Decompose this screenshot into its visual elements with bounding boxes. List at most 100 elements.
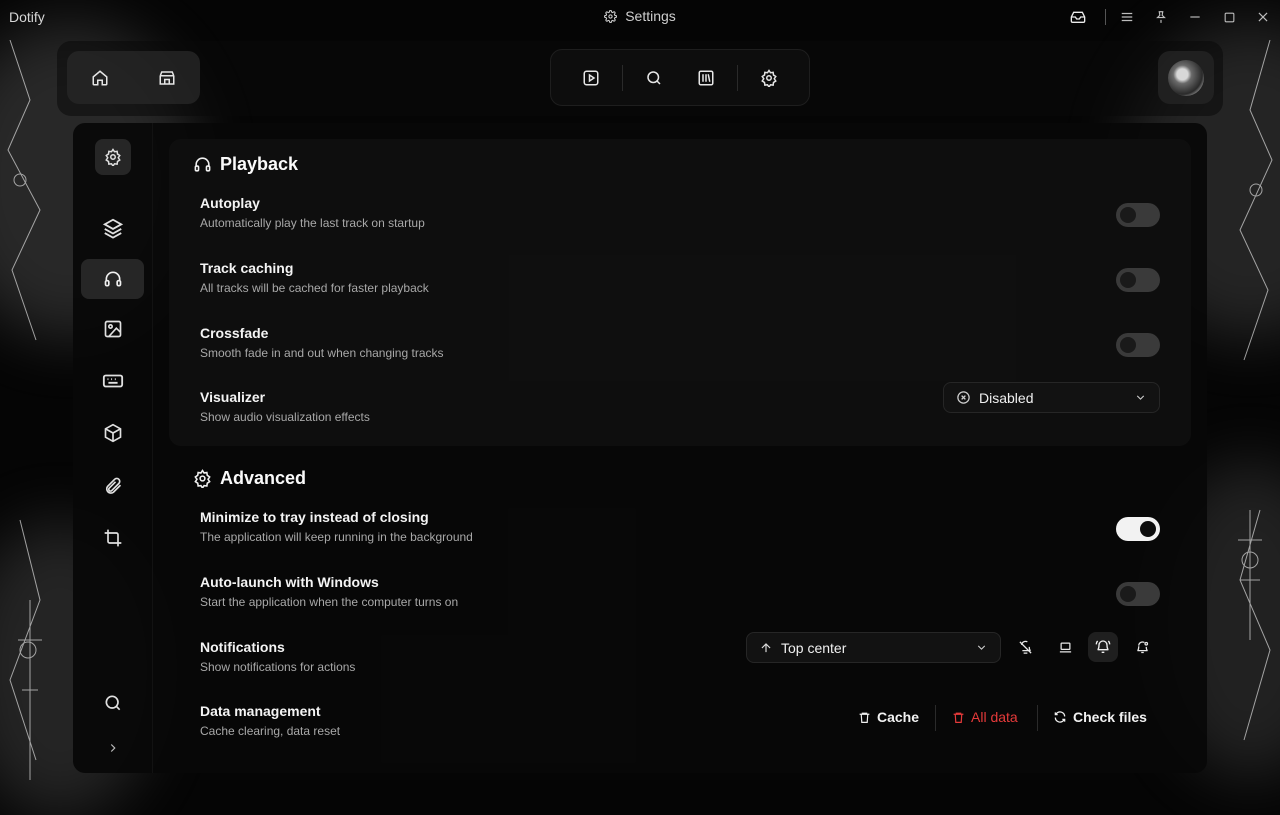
section-playback: Playback Autoplay Automatically play the… bbox=[169, 139, 1191, 446]
notification-position-value: Top center bbox=[781, 639, 847, 656]
setting-description: All tracks will be cached for faster pla… bbox=[200, 281, 429, 295]
sidebar-item-layers[interactable] bbox=[81, 208, 144, 248]
section-header: Advanced bbox=[193, 468, 306, 489]
bell-ring-icon bbox=[1095, 640, 1111, 653]
setting-track-caching: Track caching All tracks will be cached … bbox=[200, 260, 1160, 310]
x-circle-icon bbox=[957, 391, 970, 404]
library-icon bbox=[698, 70, 714, 85]
divider bbox=[621, 64, 623, 91]
gear-icon bbox=[761, 68, 778, 87]
top-navigation bbox=[57, 41, 1223, 116]
window-title-text: Settings bbox=[625, 8, 676, 24]
section-header: Playback bbox=[193, 154, 298, 175]
setting-title: Autoplay bbox=[200, 195, 260, 211]
search-icon bbox=[647, 70, 661, 85]
chevron-down-icon bbox=[1136, 395, 1145, 400]
headphones-icon bbox=[194, 157, 211, 172]
paperclip-icon bbox=[105, 477, 121, 494]
setting-title: Crossfade bbox=[200, 325, 269, 341]
maximize-icon bbox=[1224, 12, 1234, 22]
setting-title: Minimize to tray instead of closing bbox=[200, 509, 429, 525]
inbox-icon bbox=[1070, 11, 1086, 23]
section-title: Advanced bbox=[220, 468, 307, 488]
settings-button[interactable] bbox=[749, 58, 789, 98]
close-button[interactable] bbox=[1246, 0, 1280, 34]
nav-left-group bbox=[67, 51, 200, 104]
image-icon bbox=[104, 320, 121, 338]
search-button[interactable] bbox=[634, 58, 674, 98]
close-icon bbox=[1258, 12, 1268, 22]
setting-visualizer: Visualizer Show audio visualization effe… bbox=[200, 382, 1160, 439]
gear-icon bbox=[194, 469, 211, 488]
visualizer-select[interactable]: Disabled bbox=[943, 382, 1160, 413]
ornament-right-icon bbox=[1238, 40, 1273, 741]
sidebar-item-keyboard[interactable] bbox=[81, 361, 144, 401]
sidebar-item-extensions[interactable] bbox=[81, 413, 144, 453]
minimize-to-tray-toggle[interactable] bbox=[1116, 517, 1160, 541]
player-button[interactable] bbox=[571, 58, 611, 98]
play-square-icon bbox=[583, 70, 599, 85]
sidebar-item-crop[interactable] bbox=[81, 518, 144, 558]
gear-icon bbox=[105, 148, 121, 166]
avatar-button[interactable] bbox=[1158, 51, 1214, 104]
crossfade-toggle[interactable] bbox=[1116, 333, 1160, 357]
divider bbox=[1105, 9, 1106, 25]
notification-position-select[interactable]: Top center bbox=[746, 632, 1001, 663]
minimize-button[interactable] bbox=[1178, 0, 1212, 34]
setting-description: Smooth fade in and out when changing tra… bbox=[200, 346, 444, 360]
setting-description: Cache clearing, data reset bbox=[200, 724, 341, 738]
maximize-button[interactable] bbox=[1212, 0, 1246, 34]
settings-sidebar bbox=[73, 123, 153, 773]
gear-icon bbox=[604, 9, 618, 23]
trash-icon bbox=[859, 712, 870, 723]
sidebar-item-appearance[interactable] bbox=[81, 309, 144, 349]
chevron-right-icon bbox=[110, 744, 116, 752]
store-button[interactable] bbox=[147, 58, 187, 98]
crop-icon bbox=[104, 529, 121, 547]
headphones-icon bbox=[104, 271, 121, 287]
notifications-dot-button[interactable] bbox=[1127, 632, 1157, 662]
bell-dot-icon bbox=[1136, 640, 1148, 653]
settings-content: Playback Autoplay Automatically play the… bbox=[169, 139, 1191, 773]
clear-cache-button[interactable]: Cache bbox=[858, 709, 919, 725]
notifications-off-button[interactable] bbox=[1010, 632, 1040, 662]
check-files-button[interactable]: Check files bbox=[1053, 709, 1147, 725]
inbox-button[interactable] bbox=[1061, 0, 1095, 34]
settings-panel: Playback Autoplay Automatically play the… bbox=[73, 123, 1207, 773]
delete-all-data-button[interactable]: All data bbox=[952, 709, 1018, 725]
setting-auto-launch: Auto-launch with Windows Start the appli… bbox=[200, 574, 1160, 624]
setting-notifications: Notifications Show notifications for act… bbox=[200, 632, 1160, 689]
sidebar-expand-button[interactable] bbox=[81, 728, 144, 768]
sidebar-item-settings[interactable] bbox=[95, 139, 131, 175]
avatar bbox=[1168, 59, 1204, 96]
check-files-label: Check files bbox=[1073, 709, 1147, 725]
pin-icon bbox=[1156, 11, 1166, 23]
bell-off-icon bbox=[1018, 640, 1032, 654]
visualizer-value: Disabled bbox=[979, 389, 1034, 406]
section-title: Playback bbox=[220, 154, 299, 174]
menu-button[interactable] bbox=[1110, 0, 1144, 34]
home-button[interactable] bbox=[80, 58, 120, 98]
sidebar-item-attachments[interactable] bbox=[81, 466, 144, 506]
notifications-system-button[interactable] bbox=[1050, 632, 1080, 662]
track-caching-toggle[interactable] bbox=[1116, 268, 1160, 292]
auto-launch-toggle[interactable] bbox=[1116, 582, 1160, 606]
autoplay-toggle[interactable] bbox=[1116, 203, 1160, 227]
setting-description: Start the application when the computer … bbox=[200, 595, 459, 609]
ornament-left-icon bbox=[7, 40, 42, 780]
trash-icon bbox=[953, 712, 964, 723]
library-button[interactable] bbox=[686, 58, 726, 98]
home-icon bbox=[92, 69, 108, 85]
divider bbox=[935, 705, 936, 731]
notifications-in-app-button[interactable] bbox=[1088, 632, 1118, 662]
sidebar-search-button[interactable] bbox=[81, 683, 144, 723]
layers-icon bbox=[102, 218, 123, 239]
section-advanced: Advanced Minimize to tray instead of clo… bbox=[169, 453, 1191, 773]
refresh-icon bbox=[1054, 711, 1066, 723]
divider bbox=[736, 64, 738, 91]
pin-button[interactable] bbox=[1144, 0, 1178, 34]
divider bbox=[1037, 705, 1038, 731]
sidebar-item-playback[interactable] bbox=[81, 259, 144, 299]
setting-description: Automatically play the last track on sta… bbox=[200, 216, 425, 230]
laptop-icon bbox=[1059, 642, 1071, 652]
